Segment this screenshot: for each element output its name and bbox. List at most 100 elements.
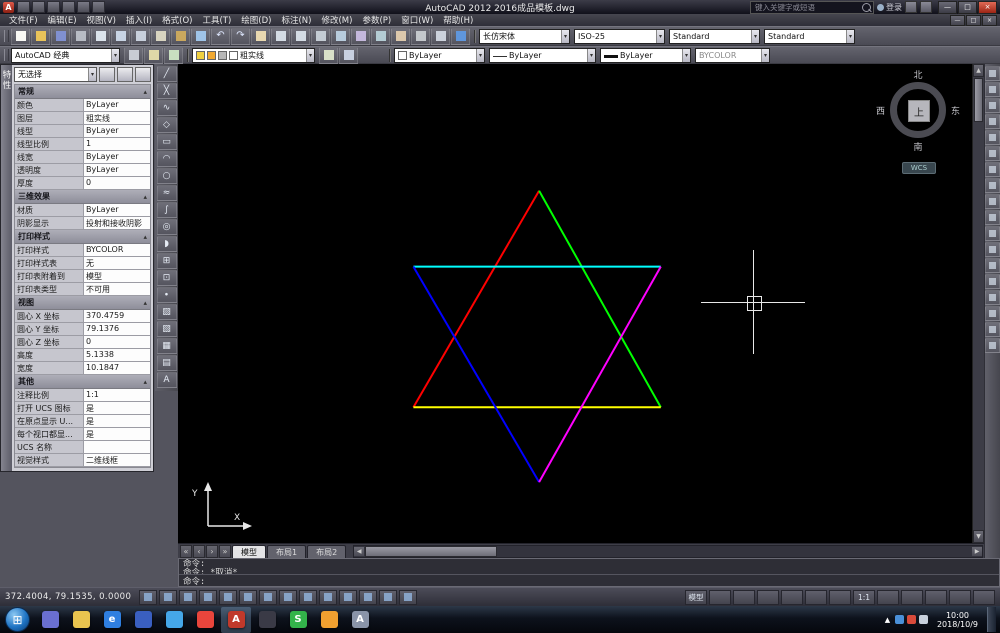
taskbar-media-player-icon[interactable]: [35, 607, 65, 633]
chevron-down-icon[interactable]: ▾: [476, 49, 484, 62]
rectangle-icon[interactable]: ▭: [157, 134, 177, 150]
chevron-down-icon[interactable]: ▾: [88, 68, 96, 81]
menu-item[interactable]: 编辑(E): [43, 14, 82, 26]
pan-icon[interactable]: [251, 28, 270, 45]
menu-item[interactable]: 帮助(H): [438, 14, 478, 26]
quickcalc-icon[interactable]: [431, 28, 450, 45]
table-icon[interactable]: ▤: [157, 355, 177, 371]
property-value[interactable]: 370.4759: [84, 310, 150, 322]
design-center-icon[interactable]: [351, 28, 370, 45]
qat-undo-icon[interactable]: [77, 1, 90, 13]
chevron-down-icon[interactable]: ▾: [587, 49, 595, 62]
property-section-header[interactable]: 三维效果 ▴: [15, 190, 150, 204]
select-objects-icon[interactable]: [117, 67, 133, 82]
gradient-icon[interactable]: ▧: [157, 321, 177, 337]
property-value[interactable]: 79.1376: [84, 323, 150, 335]
property-value[interactable]: ByLayer: [84, 125, 150, 137]
property-value[interactable]: [84, 441, 150, 453]
break-icon[interactable]: [985, 258, 1000, 273]
offset-icon[interactable]: [985, 114, 1000, 129]
text-style-combo[interactable]: 长仿宋体 ▾: [479, 29, 570, 44]
hatch-icon[interactable]: ▨: [157, 304, 177, 320]
property-value[interactable]: ByLayer: [84, 164, 150, 176]
selection-combo[interactable]: 无选择 ▾: [14, 67, 97, 82]
object-snap-toggle[interactable]: [239, 590, 257, 605]
construction-line-icon[interactable]: ╳: [157, 83, 177, 99]
array-icon[interactable]: [985, 130, 1000, 145]
dynamic-input-toggle[interactable]: [319, 590, 337, 605]
tab-nav-last-icon[interactable]: »: [219, 545, 231, 558]
taskbar-clock[interactable]: 10:00 2018/10/9: [932, 611, 983, 629]
chevron-down-icon[interactable]: ▾: [682, 49, 690, 62]
collapse-arrow-icon[interactable]: ▴: [143, 233, 147, 241]
viewcube-wcs-button[interactable]: WCS: [902, 162, 936, 174]
property-section-header[interactable]: 其他 ▴: [15, 375, 150, 389]
command-prompt[interactable]: 命令:: [179, 575, 999, 586]
collapse-arrow-icon[interactable]: ▴: [143, 299, 147, 307]
sign-in-button[interactable]: 登录: [877, 2, 902, 13]
doc-close-button[interactable]: ×: [982, 15, 997, 26]
property-section-header[interactable]: 常规 ▴: [15, 85, 150, 99]
make-object-layer-current-icon[interactable]: [319, 47, 338, 64]
taskbar-internet-explorer-icon[interactable]: e: [97, 607, 127, 633]
close-button[interactable]: ×: [978, 1, 997, 14]
polar-tracking-toggle[interactable]: [219, 590, 237, 605]
annotation-scale-button[interactable]: 1:1: [853, 590, 875, 605]
break-at-point-icon[interactable]: [985, 242, 1000, 257]
selection-cycling-toggle[interactable]: [399, 590, 417, 605]
join-icon[interactable]: [985, 274, 1000, 289]
chevron-down-icon[interactable]: ▾: [761, 49, 769, 62]
palette-title[interactable]: 特性: [1, 65, 12, 471]
tray-volume-icon[interactable]: [919, 615, 928, 624]
show-transparency-toggle[interactable]: [359, 590, 377, 605]
toggle-pickadd-icon[interactable]: [99, 67, 115, 82]
clean-screen-icon[interactable]: [973, 590, 995, 605]
taskbar-app10-icon[interactable]: [314, 607, 344, 633]
horizontal-scrollbar[interactable]: ◀ ▶: [353, 545, 983, 558]
property-value[interactable]: 模型: [84, 270, 150, 282]
plot-icon[interactable]: [71, 28, 90, 45]
taskbar-qq-icon[interactable]: [159, 607, 189, 633]
stretch-icon[interactable]: [985, 194, 1000, 209]
property-value[interactable]: 10.1847: [84, 362, 150, 374]
menu-item[interactable]: 参数(P): [357, 14, 396, 26]
chevron-down-icon[interactable]: ▾: [751, 30, 759, 43]
layer-states-manager-icon[interactable]: [164, 47, 183, 64]
workspace-switching-icon[interactable]: [925, 590, 947, 605]
menu-item[interactable]: 标注(N): [276, 14, 316, 26]
erase-icon[interactable]: [985, 66, 1000, 81]
property-section-header[interactable]: 视图 ▴: [15, 296, 150, 310]
quick-select-icon[interactable]: [135, 67, 151, 82]
search-input[interactable]: [753, 2, 862, 13]
start-button[interactable]: ⊞: [5, 607, 30, 632]
property-value[interactable]: ByLayer: [84, 151, 150, 163]
property-value[interactable]: 是: [84, 415, 150, 427]
search-icon[interactable]: [862, 3, 871, 12]
property-value[interactable]: 无: [84, 257, 150, 269]
cut-icon[interactable]: [131, 28, 150, 45]
menu-item[interactable]: 文件(F): [4, 14, 43, 26]
horizontal-scroll-thumb[interactable]: [365, 546, 497, 557]
ellipse-arc-icon[interactable]: ◗: [157, 236, 177, 252]
trim-icon[interactable]: [985, 210, 1000, 225]
property-value[interactable]: 1: [84, 138, 150, 150]
insert-block-icon[interactable]: ⊞: [157, 253, 177, 269]
blend-curves-icon[interactable]: [985, 322, 1000, 337]
minimize-button[interactable]: —: [938, 1, 957, 14]
command-window[interactable]: 命令:命令: *取消* 命令:: [178, 558, 1000, 587]
taskbar-app4-icon[interactable]: [128, 607, 158, 633]
property-value[interactable]: 1:1: [84, 389, 150, 401]
chamfer-icon[interactable]: [985, 290, 1000, 305]
taskbar-app8-icon[interactable]: [252, 607, 282, 633]
dynamic-ucs-toggle[interactable]: [299, 590, 317, 605]
point-icon[interactable]: ∙: [157, 287, 177, 303]
workspace-settings-icon[interactable]: [124, 47, 143, 64]
toolbar-grip[interactable]: [4, 30, 9, 42]
move-icon[interactable]: [985, 146, 1000, 161]
polygon-icon[interactable]: ◇: [157, 117, 177, 133]
3d-object-snap-toggle[interactable]: [259, 590, 277, 605]
show-desktop-button[interactable]: [987, 607, 996, 632]
region-icon[interactable]: ▦: [157, 338, 177, 354]
collapse-arrow-icon[interactable]: ▴: [143, 88, 147, 96]
annotation-visibility-icon[interactable]: [877, 590, 899, 605]
